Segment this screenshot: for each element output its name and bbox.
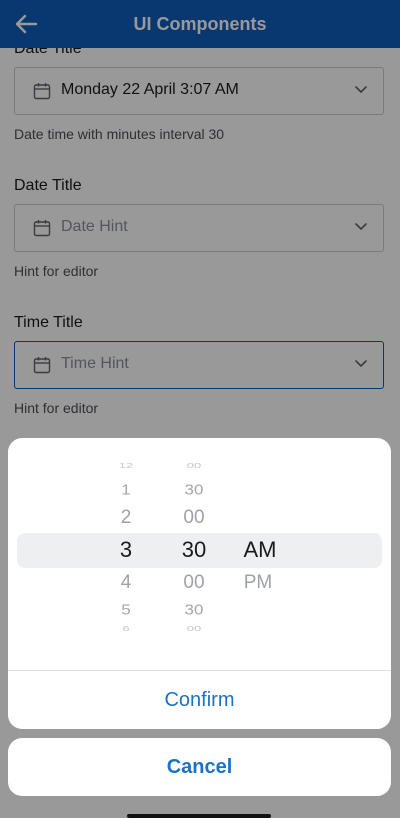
minute-option[interactable]: 00 — [172, 507, 216, 529]
period-option[interactable]: PM — [236, 572, 280, 594]
hour-option[interactable]: 2 — [106, 507, 146, 529]
home-indicator — [127, 814, 271, 818]
minute-option-selected[interactable]: 30 — [172, 537, 216, 563]
hour-option[interactable]: 12 — [106, 461, 146, 469]
hour-option[interactable]: 6 — [106, 624, 146, 632]
minute-option[interactable]: 30 — [172, 482, 216, 499]
period-option-selected[interactable]: AM — [236, 537, 284, 563]
minute-option[interactable]: 30 — [172, 602, 216, 619]
minute-option[interactable]: 00 — [172, 572, 216, 594]
minute-option[interactable]: 00 — [172, 461, 216, 469]
hour-option[interactable]: 5 — [106, 602, 146, 619]
minute-option[interactable]: 00 — [172, 624, 216, 632]
hour-option-selected[interactable]: 3 — [106, 537, 146, 563]
confirm-button[interactable]: Confirm — [8, 671, 391, 729]
time-picker-sheet: 12 1 2 3 4 5 6 00 30 00 30 00 30 00 AM P… — [8, 438, 391, 729]
cancel-button[interactable]: Cancel — [8, 738, 391, 796]
hour-option[interactable]: 4 — [106, 572, 146, 594]
hour-option[interactable]: 1 — [106, 482, 146, 499]
